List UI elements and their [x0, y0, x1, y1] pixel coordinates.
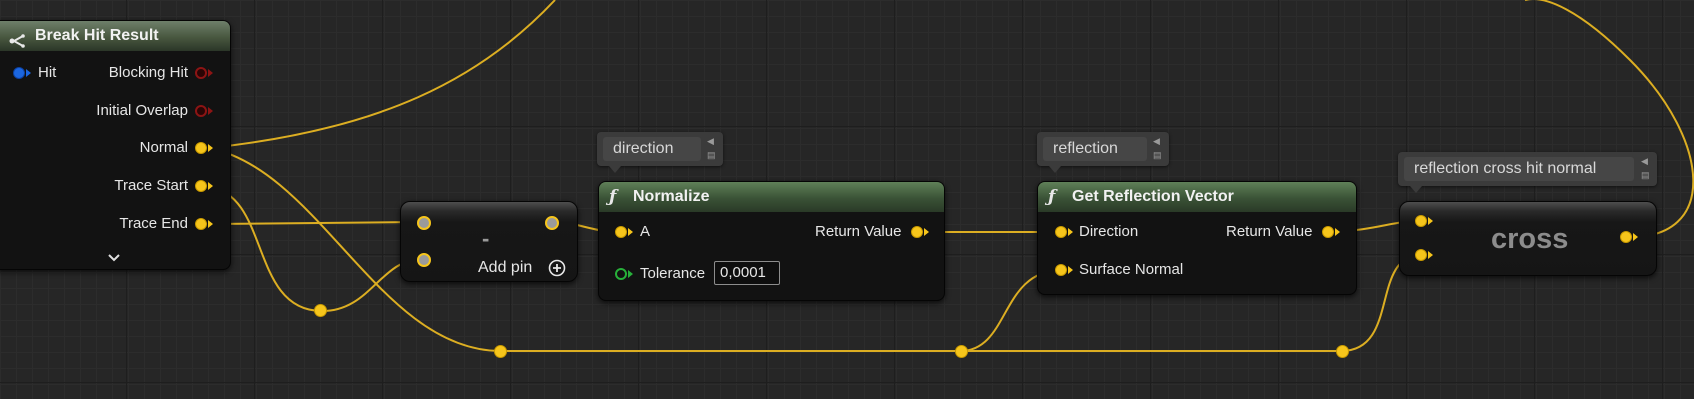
function-icon: ƒ — [609, 187, 617, 207]
reflection-return-arrow — [1335, 228, 1340, 236]
reroute-node[interactable] — [494, 345, 507, 358]
get-reflection-vector-title: Get Reflection Vector — [1072, 188, 1234, 205]
tolerance-input[interactable]: 0,0001 — [714, 261, 780, 285]
normal-arrow — [208, 144, 213, 152]
cross-comment-bubble[interactable]: reflection cross hit normal ◀ ▤ — [1398, 152, 1657, 193]
cross-comment-text[interactable]: reflection cross hit normal — [1404, 157, 1634, 181]
tolerance-label: Tolerance — [640, 265, 706, 282]
comment-options-icon[interactable]: ▤ — [707, 150, 717, 160]
normal-output-pin[interactable] — [195, 142, 207, 154]
trace-start-arrow — [208, 182, 213, 190]
direction-arrow — [1068, 228, 1073, 236]
break-struct-icon — [9, 29, 25, 48]
trace-end-output-pin[interactable] — [195, 218, 207, 230]
initial-overlap-arrow — [208, 107, 213, 115]
normalize-return-arrow — [924, 228, 929, 236]
cross-input-b-arrow — [1428, 251, 1433, 259]
pin-comment-icon[interactable]: ◀ — [707, 136, 717, 146]
normalize-title: Normalize — [633, 188, 710, 205]
normalize-a-input-pin[interactable] — [615, 226, 627, 238]
reroute-node[interactable] — [1336, 345, 1349, 358]
reroute-node[interactable] — [314, 304, 327, 317]
cross-title: cross — [1491, 223, 1569, 255]
surface-normal-label: Surface Normal — [1079, 261, 1184, 278]
blocking-hit-arrow — [208, 69, 213, 77]
subtract-input-a-pin[interactable] — [417, 216, 431, 230]
comment-options-icon[interactable]: ▤ — [1153, 150, 1163, 160]
function-icon: ƒ — [1048, 187, 1056, 207]
cross-output-pin[interactable] — [1620, 231, 1632, 243]
blocking-hit-output-pin[interactable] — [195, 67, 207, 79]
cross-input-a-pin[interactable] — [1415, 215, 1427, 227]
surface-normal-input-pin[interactable] — [1055, 264, 1067, 276]
hit-pin-arrow — [26, 69, 31, 77]
hit-pin-label: Hit — [38, 64, 57, 81]
normalize-return-label: Return Value — [815, 223, 902, 240]
reflection-comment-tail — [1049, 166, 1061, 173]
initial-overlap-label: Initial Overlap — [96, 102, 188, 119]
cross-output-arrow — [1633, 233, 1638, 241]
cross-input-b-pin[interactable] — [1415, 249, 1427, 261]
subtract-symbol: - — [482, 226, 490, 251]
wire-trace-end-to-subtract-a — [208, 221, 422, 225]
cross-input-a-arrow — [1428, 217, 1433, 225]
normalize-header[interactable]: ƒ Normalize — [599, 182, 944, 212]
surface-normal-arrow — [1068, 266, 1073, 274]
direction-comment-text[interactable]: direction — [603, 137, 701, 161]
reflection-return-label: Return Value — [1226, 223, 1313, 240]
direction-label: Direction — [1079, 223, 1139, 240]
plus-circle-icon[interactable] — [548, 259, 566, 277]
trace-end-arrow — [208, 220, 213, 228]
break-hit-result-title: Break Hit Result — [35, 27, 159, 44]
direction-comment-bubble[interactable]: direction ◀ ▤ — [597, 132, 723, 173]
direction-comment-tail — [609, 166, 621, 173]
chevron-down-icon[interactable] — [107, 250, 121, 262]
get-reflection-vector-header[interactable]: ƒ Get Reflection Vector — [1038, 182, 1356, 212]
cross-comment-tail — [1410, 186, 1422, 193]
initial-overlap-output-pin[interactable] — [195, 105, 207, 117]
subtract-output-pin[interactable] — [545, 216, 559, 230]
reflection-comment-bubble[interactable]: reflection ◀ ▤ — [1037, 132, 1169, 173]
normalize-return-pin[interactable] — [911, 226, 923, 238]
comment-options-icon[interactable]: ▤ — [1641, 170, 1651, 180]
reflection-return-pin[interactable] — [1322, 226, 1334, 238]
direction-input-pin[interactable] — [1055, 226, 1067, 238]
reroute-node[interactable] — [955, 345, 968, 358]
normalize-a-arrow — [628, 228, 633, 236]
subtract-input-b-pin[interactable] — [417, 253, 431, 267]
hit-input-pin[interactable] — [13, 67, 25, 79]
trace-start-label: Trace Start — [114, 177, 188, 194]
tolerance-arrow — [628, 270, 633, 278]
blocking-hit-label: Blocking Hit — [108, 64, 188, 81]
wire-normal-offscreen-left — [208, 0, 556, 149]
reflection-comment-text[interactable]: reflection — [1043, 137, 1147, 161]
add-pin-label[interactable]: Add pin — [478, 259, 532, 277]
normal-label: Normal — [139, 139, 188, 156]
tolerance-input-pin[interactable] — [615, 268, 627, 280]
normalize-a-label: A — [640, 223, 651, 240]
trace-end-label: Trace End — [119, 215, 188, 232]
pin-comment-icon[interactable]: ◀ — [1641, 156, 1651, 166]
pin-comment-icon[interactable]: ◀ — [1153, 136, 1163, 146]
break-hit-result-header[interactable]: Break Hit Result — [0, 21, 230, 51]
trace-start-output-pin[interactable] — [195, 180, 207, 192]
